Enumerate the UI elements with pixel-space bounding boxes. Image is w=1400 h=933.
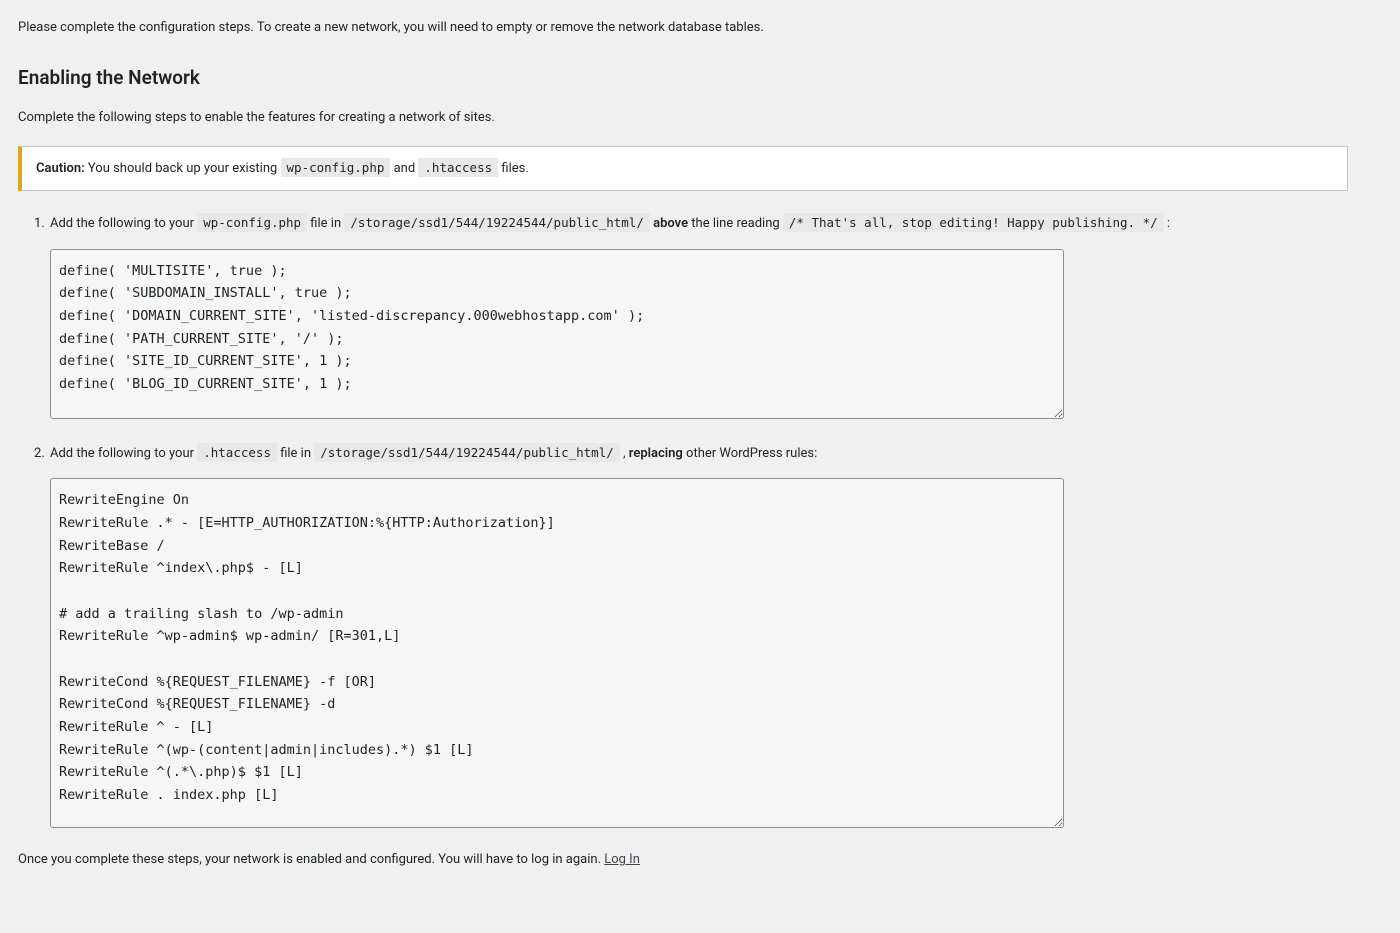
steps-list: Add the following to your wp-config.php … [18,211,1348,828]
caution-text-3: files. [498,161,529,176]
wp-config-textarea[interactable] [50,249,1064,419]
step1-path-code: /storage/ssd1/544/19224544/public_html/ [344,213,650,232]
closing-paragraph: Once you complete these steps, your netw… [18,850,1348,870]
step2-replacing-bold: replacing [629,446,683,461]
step1-mid1: file in [307,216,344,231]
htaccess-textarea[interactable] [50,478,1064,828]
step2-prefix: Add the following to your [50,446,197,461]
caution-htaccess-code: .htaccess [418,158,498,177]
step1-prefix: Add the following to your [50,216,197,231]
step1-mid3: the line reading [688,216,783,231]
caution-text-2: and [390,161,418,176]
section-heading: Enabling the Network [18,64,1348,93]
subtitle-paragraph: Complete the following steps to enable t… [18,108,1348,128]
step-2: Add the following to your .htaccess file… [48,441,1348,829]
step-1: Add the following to your wp-config.php … [48,211,1348,419]
step2-mid1: file in [277,446,314,461]
step1-file-code: wp-config.php [197,213,307,232]
step1-suffix: : [1164,216,1170,231]
intro-paragraph: Please complete the configuration steps.… [18,18,1348,38]
caution-wpconfig-code: wp-config.php [281,158,391,177]
step1-above-bold: above [653,216,688,231]
step2-mid2: , [620,446,629,461]
caution-text-1: You should back up your existing [85,161,281,176]
step2-suffix: other WordPress rules: [683,446,817,461]
closing-text: Once you complete these steps, your netw… [18,852,604,867]
step1-stopline-code: /* That's all, stop editing! Happy publi… [783,213,1164,232]
step2-file-code: .htaccess [197,443,277,462]
caution-notice: Caution: You should back up your existin… [18,146,1348,192]
login-link[interactable]: Log In [604,852,640,867]
step2-path-code: /storage/ssd1/544/19224544/public_html/ [314,443,620,462]
network-setup-content: Please complete the configuration steps.… [18,18,1348,870]
caution-label: Caution: [36,161,85,176]
